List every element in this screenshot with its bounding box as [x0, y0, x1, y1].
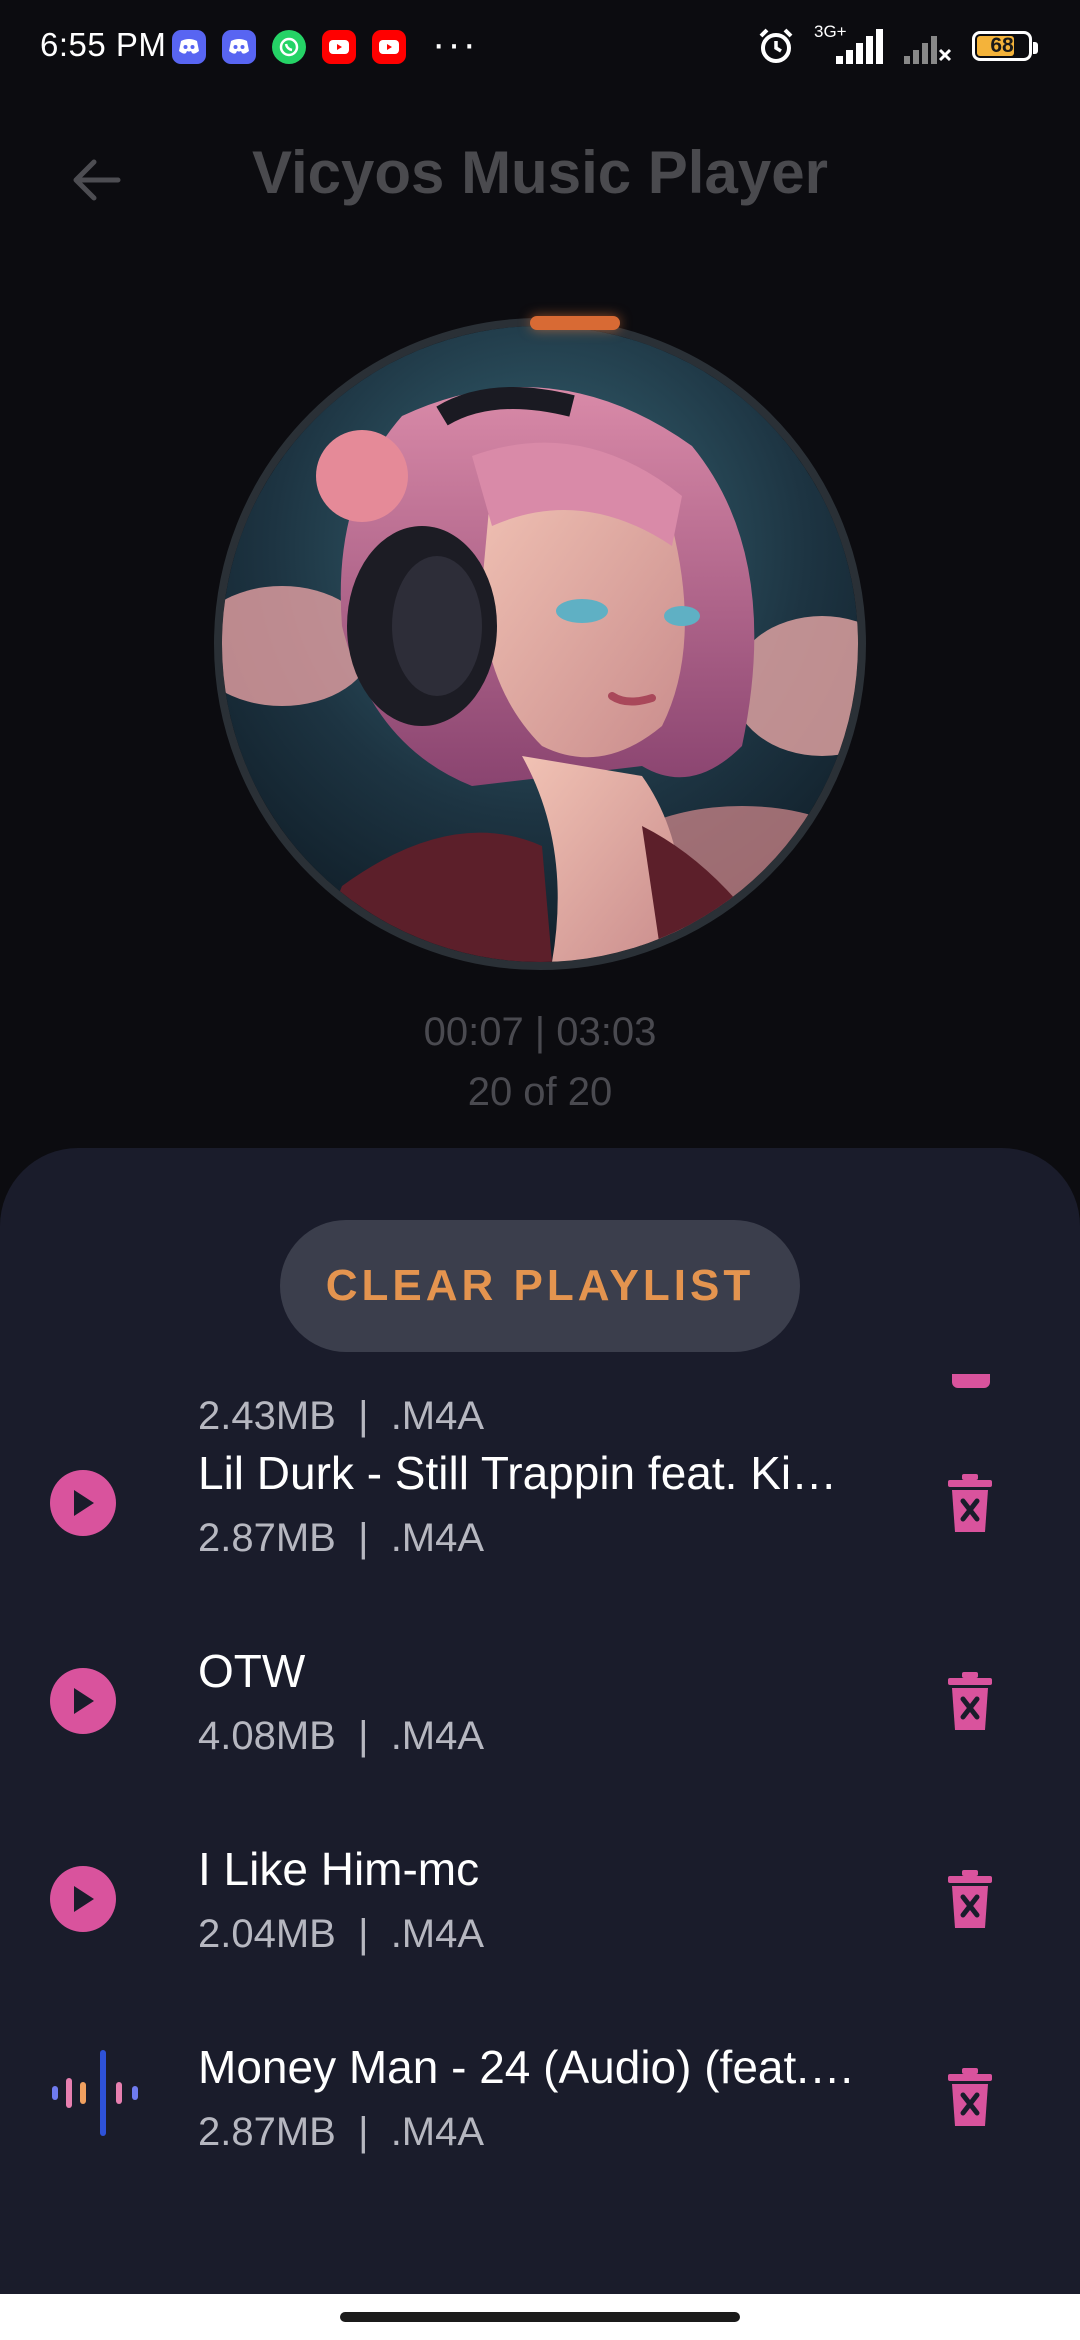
track-title: Money Man - 24 (Audio) (feat. Lil Baby): [198, 2041, 858, 2093]
now-playing-equalizer-icon: [52, 2050, 138, 2136]
track-title: OTW: [198, 1645, 306, 1697]
album-art-progress-ring[interactable]: [214, 316, 866, 970]
play-button[interactable]: [50, 1668, 116, 1734]
list-item[interactable]: OTW 4.08MB | .M4A: [0, 1622, 1080, 1820]
alarm-icon: [759, 28, 793, 63]
track-title: Lil Durk - Still Trappin feat. King Von: [198, 1447, 858, 1499]
whatsapp-icon: [272, 30, 306, 64]
trash-icon[interactable]: [948, 1672, 992, 1732]
youtube-icon: [372, 30, 406, 64]
list-item[interactable]: Lil Durk - Still Trappin feat. King Von …: [0, 1424, 1080, 1622]
battery-icon: 68: [972, 31, 1038, 61]
play-button[interactable]: [50, 1866, 116, 1932]
trash-icon[interactable]: [948, 1870, 992, 1930]
page-title: Vicyos Music Player: [252, 139, 828, 206]
play-icon: [74, 1490, 94, 1516]
list-item[interactable]: I Like Him-mc 2.04MB | .M4A: [0, 1820, 1080, 2018]
track-meta: 2.87MB | .M4A: [198, 1516, 485, 1560]
music-player-screen: 6:55 PM ··· 3G+ 68 Vicyos Music Player 0…: [0, 0, 1080, 2340]
status-time: 6:55 PM: [40, 26, 167, 63]
play-icon: [74, 1886, 94, 1912]
battery-level: 68: [990, 34, 1014, 57]
track-meta: 4.08MB | .M4A: [198, 1714, 485, 1758]
playback-time: 00:07 | 03:03: [423, 1010, 657, 1054]
list-item-now-playing[interactable]: Money Man - 24 (Audio) (feat. Lil Baby) …: [0, 2018, 1080, 2216]
signal-no-service-icon: [904, 36, 952, 64]
discord-icon: [172, 30, 206, 64]
notification-icons: [172, 30, 406, 64]
album-art: [222, 326, 858, 962]
home-gesture-handle[interactable]: [340, 2312, 740, 2322]
clear-playlist-button[interactable]: CLEAR PLAYLIST: [280, 1220, 800, 1352]
trash-icon[interactable]: [952, 1374, 990, 1388]
playlist-sheet: CLEAR PLAYLIST 2.43MB | .M4A Lil Durk - …: [0, 1148, 1080, 2294]
play-icon: [74, 1688, 94, 1714]
more-notifications-icon: ···: [432, 22, 478, 66]
list-item[interactable]: 2.43MB | .M4A: [0, 1368, 1080, 1438]
trash-icon[interactable]: [948, 1474, 992, 1534]
track-title: I Like Him-mc: [198, 1843, 480, 1895]
playlist: 2.43MB | .M4A Lil Durk - Still Trappin f…: [0, 1368, 1080, 2294]
status-bar: 6:55 PM ··· 3G+ 68: [0, 0, 1080, 96]
track-meta: 2.04MB | .M4A: [198, 1912, 485, 1956]
playback-progress-indicator: [530, 316, 620, 330]
trash-icon[interactable]: [948, 2068, 992, 2128]
system-indicators: 3G+ 68: [756, 22, 1038, 66]
discord-icon: [222, 30, 256, 64]
signal-strength-icon: 3G+: [814, 22, 884, 66]
youtube-icon: [322, 30, 356, 64]
navigation-bar: [0, 2294, 1080, 2340]
track-meta: 2.87MB | .M4A: [198, 2110, 485, 2154]
track-position: 20 of 20: [467, 1070, 613, 1114]
play-button[interactable]: [50, 1470, 116, 1536]
